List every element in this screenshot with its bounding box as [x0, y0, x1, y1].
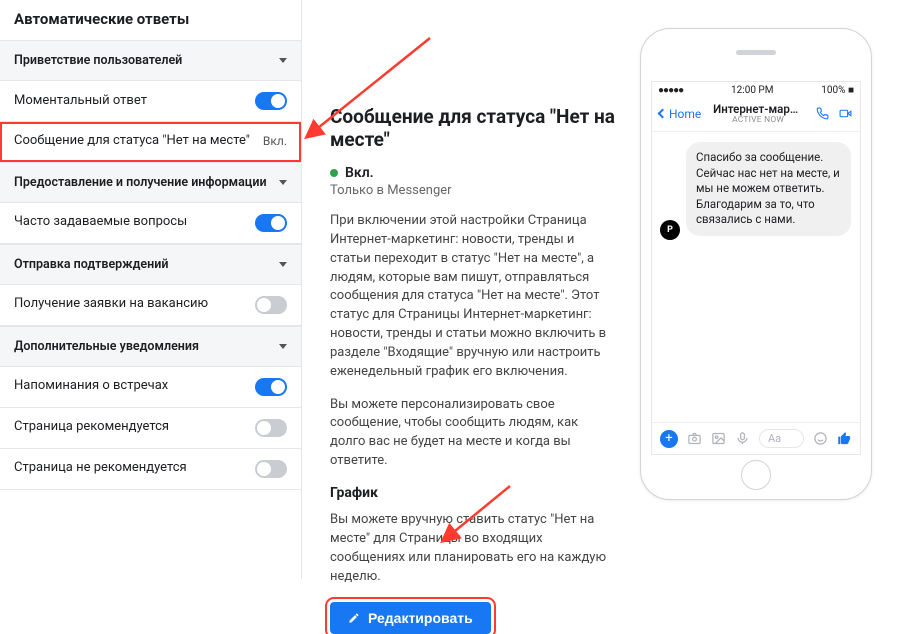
camera-icon[interactable]	[687, 431, 702, 446]
row-state: Вкл.	[263, 134, 287, 150]
section-label: Предоставление и получение информации	[14, 175, 267, 190]
chat-body: P Спасибо за сообщение. Сейчас нас нет н…	[652, 132, 860, 422]
row-label: Сообщение для статуса "Нет на месте"	[14, 133, 263, 150]
row-meeting-reminders[interactable]: Напоминания о встречах	[0, 367, 301, 408]
header-actions	[815, 107, 853, 120]
phone-status-bar: ●●●●● 12:00 PM 100% ■	[652, 82, 860, 98]
toggle-job-application[interactable]	[255, 296, 287, 314]
chat-input-row: + Aa	[652, 422, 860, 454]
chat-title: Интернет-марке...	[713, 103, 803, 116]
section-header-additional[interactable]: Дополнительные уведомления	[0, 326, 301, 367]
status-line: Вкл.	[330, 165, 616, 181]
message-bubble: Спасибо за сообщение. Сейчас нас нет на …	[686, 142, 851, 236]
chevron-down-icon	[279, 180, 287, 185]
toggle-faq[interactable]	[255, 214, 287, 232]
section-label: Приветствие пользователей	[14, 53, 182, 68]
like-icon[interactable]	[837, 431, 852, 446]
smile-icon[interactable]	[813, 431, 828, 446]
row-page-recommended[interactable]: Страница рекомендуется	[0, 408, 301, 449]
edit-button[interactable]: Редактировать	[330, 602, 491, 634]
chat-title-block: Интернет-марке... active now	[713, 103, 803, 125]
preview-column: ●●●●● 12:00 PM 100% ■ Home Интернет-марк…	[640, 0, 900, 579]
home-button	[741, 460, 771, 490]
status-subtext: Только в Messenger	[330, 183, 616, 198]
video-icon[interactable]	[838, 107, 853, 120]
signal-icon: ●●●●●	[658, 85, 683, 96]
chevron-down-icon	[279, 58, 287, 63]
status-dot-icon	[330, 169, 338, 177]
status-label: Вкл.	[345, 165, 374, 181]
row-job-application[interactable]: Получение заявки на вакансию	[0, 285, 301, 326]
schedule-heading: График	[330, 485, 616, 501]
row-faq[interactable]: Часто задаваемые вопросы	[0, 203, 301, 244]
section-label: Дополнительные уведомления	[14, 339, 199, 354]
sidebar: Автоматические ответы Приветствие пользо…	[0, 0, 302, 579]
description-para-2: Вы можете персонализировать свое сообщен…	[330, 396, 616, 471]
edit-button-label: Редактировать	[368, 610, 473, 626]
row-label: Напоминания о встречах	[14, 378, 255, 395]
status-time: 12:00 PM	[731, 85, 773, 96]
toggle-meeting-reminders[interactable]	[255, 378, 287, 396]
section-header-confirmations[interactable]: Отправка подтверждений	[0, 244, 301, 285]
toggle-page-recommended[interactable]	[255, 419, 287, 437]
chevron-down-icon	[279, 262, 287, 267]
row-away-message[interactable]: Сообщение для статуса "Нет на месте" Вкл…	[0, 122, 301, 162]
phone-screen: ●●●●● 12:00 PM 100% ■ Home Интернет-марк…	[651, 81, 861, 455]
section-header-greeting[interactable]: Приветствие пользователей	[0, 40, 301, 81]
description-para-1: При включении этой настройки Страница Ин…	[330, 212, 616, 382]
row-page-not-recommended[interactable]: Страница не рекомендуется	[0, 449, 301, 490]
message-input[interactable]: Aa	[759, 429, 804, 448]
row-label: Страница не рекомендуется	[14, 460, 255, 477]
section-label: Отправка подтверждений	[14, 257, 168, 272]
image-icon[interactable]	[711, 431, 726, 446]
row-label: Моментальный ответ	[14, 93, 255, 110]
page-heading: Сообщение для статуса "Нет на месте"	[330, 105, 616, 151]
schedule-text: Вы можете вручную ставить статус "Нет на…	[330, 511, 616, 586]
pencil-icon	[348, 612, 360, 624]
chevron-down-icon	[279, 344, 287, 349]
main-content: Сообщение для статуса "Нет на месте" Вкл…	[302, 0, 640, 579]
row-label: Страница рекомендуется	[14, 419, 255, 436]
phone-frame: ●●●●● 12:00 PM 100% ■ Home Интернет-марк…	[640, 28, 872, 500]
back-button[interactable]: Home	[659, 107, 701, 121]
plus-icon[interactable]: +	[660, 430, 678, 448]
avatar: P	[660, 220, 680, 240]
phone-call-icon[interactable]	[815, 107, 830, 120]
section-header-info[interactable]: Предоставление и получение информации	[0, 162, 301, 203]
chevron-left-icon	[658, 109, 668, 119]
row-label: Получение заявки на вакансию	[14, 296, 255, 313]
sidebar-title: Автоматические ответы	[0, 0, 301, 40]
battery-icon: 100% ■	[821, 85, 854, 96]
chat-subtitle: active now	[713, 116, 803, 125]
row-instant-reply[interactable]: Моментальный ответ	[0, 81, 301, 122]
toggle-instant-reply[interactable]	[255, 92, 287, 110]
row-label: Часто задаваемые вопросы	[14, 214, 255, 231]
mic-icon[interactable]	[735, 431, 750, 446]
phone-speaker	[736, 50, 776, 55]
chat-header: Home Интернет-марке... active now	[652, 98, 860, 132]
toggle-page-not-recommended[interactable]	[255, 460, 287, 478]
